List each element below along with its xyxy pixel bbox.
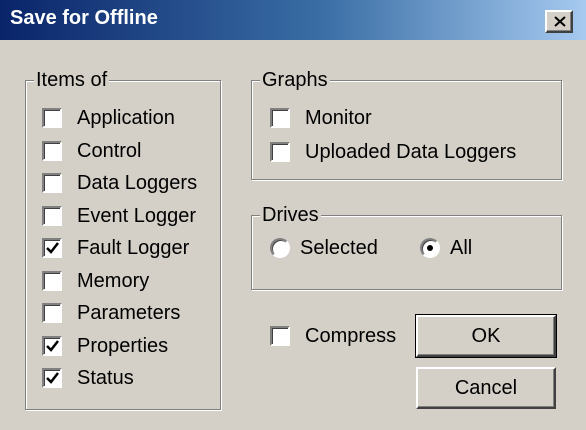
checkbox-fault-logger-label: Fault Logger [77, 237, 190, 259]
checkbox-status-box[interactable] [42, 368, 62, 388]
checkbox-memory-label: Memory [77, 269, 150, 292]
radio-selected-label: Selected [300, 237, 378, 259]
checkbox-uploaded-data-loggers[interactable]: Uploaded Data Loggers [270, 140, 516, 164]
checkbox-properties[interactable]: Properties [42, 334, 168, 358]
checkbox-event-logger-box[interactable] [42, 205, 62, 226]
close-icon [554, 16, 566, 27]
checkbox-event-logger-label: Event Logger [77, 204, 196, 227]
checkbox-application-box[interactable] [42, 108, 62, 128]
graphs-group: Graphs [251, 68, 562, 180]
radio-all-label: All [450, 237, 473, 259]
checkbox-data-loggers[interactable]: Data Loggers [42, 171, 197, 195]
compress-box[interactable] [270, 326, 290, 346]
checkbox-monitor-box[interactable] [270, 108, 290, 128]
items-of-legend: Items of [34, 68, 110, 92]
close-button[interactable] [545, 10, 573, 33]
title-bar[interactable]: Save for Offline [0, 0, 586, 40]
checkbox-monitor[interactable]: Monitor [270, 106, 372, 130]
checkbox-uploaded-data-loggers-box[interactable] [270, 142, 290, 162]
radio-all-circle[interactable] [420, 238, 440, 258]
compress-label: Compress [305, 325, 397, 347]
checkbox-event-logger[interactable]: Event Logger [42, 204, 196, 228]
checkbox-control-label: Control [77, 139, 142, 162]
checkbox-memory-box[interactable] [42, 270, 62, 291]
save-for-offline-dialog: Save for Offline Items of Application Con… [0, 0, 586, 430]
checkbox-status-label: Status [77, 367, 134, 389]
dialog-title: Save for Offline [10, 7, 158, 29]
checkbox-fault-logger[interactable]: Fault Logger [42, 236, 189, 260]
drives-legend: Drives [260, 203, 321, 227]
checkbox-uploaded-data-loggers-label: Uploaded Data Loggers [305, 141, 517, 163]
cancel-button[interactable]: Cancel [416, 367, 556, 409]
checkbox-application[interactable]: Application [42, 106, 175, 130]
ok-button[interactable]: OK [415, 314, 557, 358]
checkbox-properties-label: Properties [77, 334, 169, 357]
radio-all[interactable]: All [420, 236, 472, 260]
checkbox-control-box[interactable] [42, 140, 62, 161]
checkbox-properties-box[interactable] [42, 335, 62, 356]
checkbox-fault-logger-box[interactable] [42, 238, 62, 258]
checkbox-memory[interactable]: Memory [42, 269, 149, 293]
checkbox-parameters-label: Parameters [77, 302, 181, 324]
graphs-legend: Graphs [260, 68, 330, 92]
checkbox-parameters[interactable]: Parameters [42, 301, 180, 325]
compress-checkbox[interactable]: Compress [270, 324, 396, 348]
checkbox-application-label: Application [77, 107, 175, 129]
checkbox-control[interactable]: Control [42, 139, 141, 163]
checkbox-monitor-label: Monitor [305, 107, 372, 129]
radio-selected[interactable]: Selected [270, 236, 378, 260]
checkbox-data-loggers-label: Data Loggers [77, 172, 198, 194]
checkbox-data-loggers-box[interactable] [42, 173, 62, 193]
checkbox-status[interactable]: Status [42, 366, 134, 390]
radio-selected-circle[interactable] [270, 238, 290, 258]
checkbox-parameters-box[interactable] [42, 303, 62, 323]
